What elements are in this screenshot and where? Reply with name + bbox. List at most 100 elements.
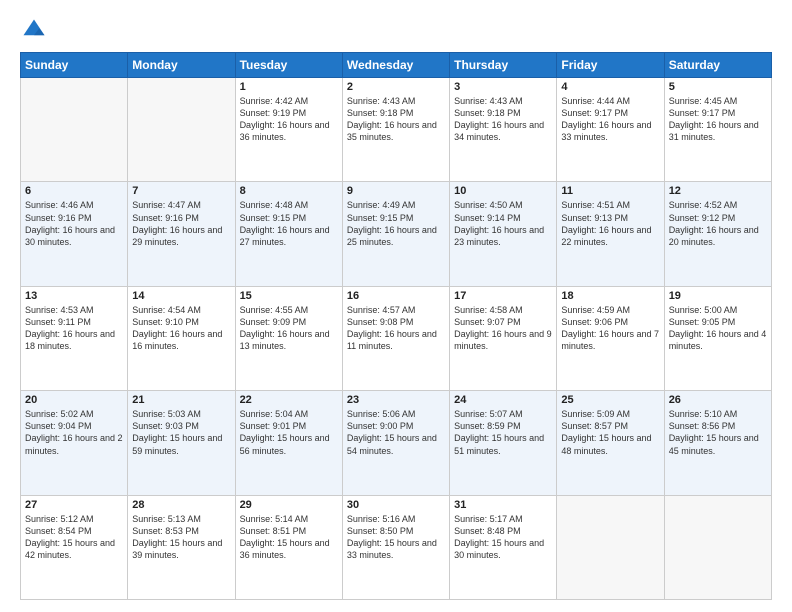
day-info: Sunrise: 4:58 AMSunset: 9:07 PMDaylight:…	[454, 304, 552, 353]
week-row-0: 1 Sunrise: 4:42 AMSunset: 9:19 PMDayligh…	[21, 78, 772, 182]
weekday-header-row: SundayMondayTuesdayWednesdayThursdayFrid…	[21, 53, 772, 78]
day-info: Sunrise: 5:09 AMSunset: 8:57 PMDaylight:…	[561, 408, 659, 457]
logo-icon	[20, 16, 48, 44]
calendar-cell	[21, 78, 128, 182]
day-info: Sunrise: 4:43 AMSunset: 9:18 PMDaylight:…	[347, 95, 445, 144]
day-number: 14	[132, 290, 230, 302]
day-info: Sunrise: 4:51 AMSunset: 9:13 PMDaylight:…	[561, 199, 659, 248]
calendar-cell: 4 Sunrise: 4:44 AMSunset: 9:17 PMDayligh…	[557, 78, 664, 182]
day-info: Sunrise: 4:50 AMSunset: 9:14 PMDaylight:…	[454, 199, 552, 248]
calendar-cell: 9 Sunrise: 4:49 AMSunset: 9:15 PMDayligh…	[342, 182, 449, 286]
day-info: Sunrise: 4:45 AMSunset: 9:17 PMDaylight:…	[669, 95, 767, 144]
day-info: Sunrise: 5:13 AMSunset: 8:53 PMDaylight:…	[132, 513, 230, 562]
week-row-3: 20 Sunrise: 5:02 AMSunset: 9:04 PMDaylig…	[21, 391, 772, 495]
day-info: Sunrise: 5:04 AMSunset: 9:01 PMDaylight:…	[240, 408, 338, 457]
day-info: Sunrise: 5:16 AMSunset: 8:50 PMDaylight:…	[347, 513, 445, 562]
calendar-table: SundayMondayTuesdayWednesdayThursdayFrid…	[20, 52, 772, 600]
weekday-header-friday: Friday	[557, 53, 664, 78]
day-number: 25	[561, 394, 659, 406]
day-info: Sunrise: 4:42 AMSunset: 9:19 PMDaylight:…	[240, 95, 338, 144]
calendar-cell	[557, 495, 664, 599]
day-number: 9	[347, 185, 445, 197]
calendar-cell: 24 Sunrise: 5:07 AMSunset: 8:59 PMDaylig…	[450, 391, 557, 495]
day-number: 20	[25, 394, 123, 406]
day-info: Sunrise: 4:43 AMSunset: 9:18 PMDaylight:…	[454, 95, 552, 144]
week-row-2: 13 Sunrise: 4:53 AMSunset: 9:11 PMDaylig…	[21, 286, 772, 390]
day-number: 17	[454, 290, 552, 302]
calendar-cell	[664, 495, 771, 599]
day-number: 31	[454, 499, 552, 511]
day-number: 13	[25, 290, 123, 302]
day-info: Sunrise: 4:59 AMSunset: 9:06 PMDaylight:…	[561, 304, 659, 353]
day-number: 11	[561, 185, 659, 197]
day-number: 10	[454, 185, 552, 197]
header	[20, 16, 772, 44]
weekday-header-saturday: Saturday	[664, 53, 771, 78]
weekday-header-thursday: Thursday	[450, 53, 557, 78]
calendar-cell: 31 Sunrise: 5:17 AMSunset: 8:48 PMDaylig…	[450, 495, 557, 599]
day-info: Sunrise: 5:12 AMSunset: 8:54 PMDaylight:…	[25, 513, 123, 562]
day-number: 27	[25, 499, 123, 511]
calendar-cell: 28 Sunrise: 5:13 AMSunset: 8:53 PMDaylig…	[128, 495, 235, 599]
page: SundayMondayTuesdayWednesdayThursdayFrid…	[0, 0, 792, 612]
day-number: 1	[240, 81, 338, 93]
day-number: 4	[561, 81, 659, 93]
day-info: Sunrise: 5:14 AMSunset: 8:51 PMDaylight:…	[240, 513, 338, 562]
day-number: 22	[240, 394, 338, 406]
calendar-cell: 18 Sunrise: 4:59 AMSunset: 9:06 PMDaylig…	[557, 286, 664, 390]
day-number: 8	[240, 185, 338, 197]
day-number: 5	[669, 81, 767, 93]
calendar-cell: 5 Sunrise: 4:45 AMSunset: 9:17 PMDayligh…	[664, 78, 771, 182]
day-info: Sunrise: 4:53 AMSunset: 9:11 PMDaylight:…	[25, 304, 123, 353]
day-info: Sunrise: 5:03 AMSunset: 9:03 PMDaylight:…	[132, 408, 230, 457]
calendar-cell	[128, 78, 235, 182]
day-info: Sunrise: 4:57 AMSunset: 9:08 PMDaylight:…	[347, 304, 445, 353]
calendar-cell: 14 Sunrise: 4:54 AMSunset: 9:10 PMDaylig…	[128, 286, 235, 390]
weekday-header-sunday: Sunday	[21, 53, 128, 78]
day-number: 16	[347, 290, 445, 302]
calendar-cell: 11 Sunrise: 4:51 AMSunset: 9:13 PMDaylig…	[557, 182, 664, 286]
day-info: Sunrise: 4:46 AMSunset: 9:16 PMDaylight:…	[25, 199, 123, 248]
day-info: Sunrise: 5:10 AMSunset: 8:56 PMDaylight:…	[669, 408, 767, 457]
calendar-cell: 21 Sunrise: 5:03 AMSunset: 9:03 PMDaylig…	[128, 391, 235, 495]
day-info: Sunrise: 4:54 AMSunset: 9:10 PMDaylight:…	[132, 304, 230, 353]
day-number: 12	[669, 185, 767, 197]
calendar-cell: 19 Sunrise: 5:00 AMSunset: 9:05 PMDaylig…	[664, 286, 771, 390]
calendar-cell: 12 Sunrise: 4:52 AMSunset: 9:12 PMDaylig…	[664, 182, 771, 286]
day-number: 6	[25, 185, 123, 197]
day-number: 19	[669, 290, 767, 302]
day-info: Sunrise: 4:52 AMSunset: 9:12 PMDaylight:…	[669, 199, 767, 248]
calendar-cell: 30 Sunrise: 5:16 AMSunset: 8:50 PMDaylig…	[342, 495, 449, 599]
calendar-cell: 26 Sunrise: 5:10 AMSunset: 8:56 PMDaylig…	[664, 391, 771, 495]
calendar-cell: 27 Sunrise: 5:12 AMSunset: 8:54 PMDaylig…	[21, 495, 128, 599]
day-info: Sunrise: 4:48 AMSunset: 9:15 PMDaylight:…	[240, 199, 338, 248]
day-number: 24	[454, 394, 552, 406]
day-info: Sunrise: 4:55 AMSunset: 9:09 PMDaylight:…	[240, 304, 338, 353]
day-info: Sunrise: 4:49 AMSunset: 9:15 PMDaylight:…	[347, 199, 445, 248]
calendar-cell: 2 Sunrise: 4:43 AMSunset: 9:18 PMDayligh…	[342, 78, 449, 182]
calendar-cell: 3 Sunrise: 4:43 AMSunset: 9:18 PMDayligh…	[450, 78, 557, 182]
day-info: Sunrise: 5:07 AMSunset: 8:59 PMDaylight:…	[454, 408, 552, 457]
calendar-cell: 23 Sunrise: 5:06 AMSunset: 9:00 PMDaylig…	[342, 391, 449, 495]
weekday-header-wednesday: Wednesday	[342, 53, 449, 78]
calendar-cell: 1 Sunrise: 4:42 AMSunset: 9:19 PMDayligh…	[235, 78, 342, 182]
day-number: 7	[132, 185, 230, 197]
week-row-4: 27 Sunrise: 5:12 AMSunset: 8:54 PMDaylig…	[21, 495, 772, 599]
calendar-cell: 15 Sunrise: 4:55 AMSunset: 9:09 PMDaylig…	[235, 286, 342, 390]
day-info: Sunrise: 5:00 AMSunset: 9:05 PMDaylight:…	[669, 304, 767, 353]
week-row-1: 6 Sunrise: 4:46 AMSunset: 9:16 PMDayligh…	[21, 182, 772, 286]
day-number: 3	[454, 81, 552, 93]
logo	[20, 16, 52, 44]
day-number: 15	[240, 290, 338, 302]
calendar-cell: 22 Sunrise: 5:04 AMSunset: 9:01 PMDaylig…	[235, 391, 342, 495]
calendar-cell: 13 Sunrise: 4:53 AMSunset: 9:11 PMDaylig…	[21, 286, 128, 390]
day-number: 30	[347, 499, 445, 511]
day-number: 26	[669, 394, 767, 406]
day-number: 29	[240, 499, 338, 511]
day-info: Sunrise: 4:44 AMSunset: 9:17 PMDaylight:…	[561, 95, 659, 144]
day-number: 23	[347, 394, 445, 406]
day-info: Sunrise: 5:02 AMSunset: 9:04 PMDaylight:…	[25, 408, 123, 457]
calendar-cell: 8 Sunrise: 4:48 AMSunset: 9:15 PMDayligh…	[235, 182, 342, 286]
day-info: Sunrise: 5:17 AMSunset: 8:48 PMDaylight:…	[454, 513, 552, 562]
day-info: Sunrise: 5:06 AMSunset: 9:00 PMDaylight:…	[347, 408, 445, 457]
